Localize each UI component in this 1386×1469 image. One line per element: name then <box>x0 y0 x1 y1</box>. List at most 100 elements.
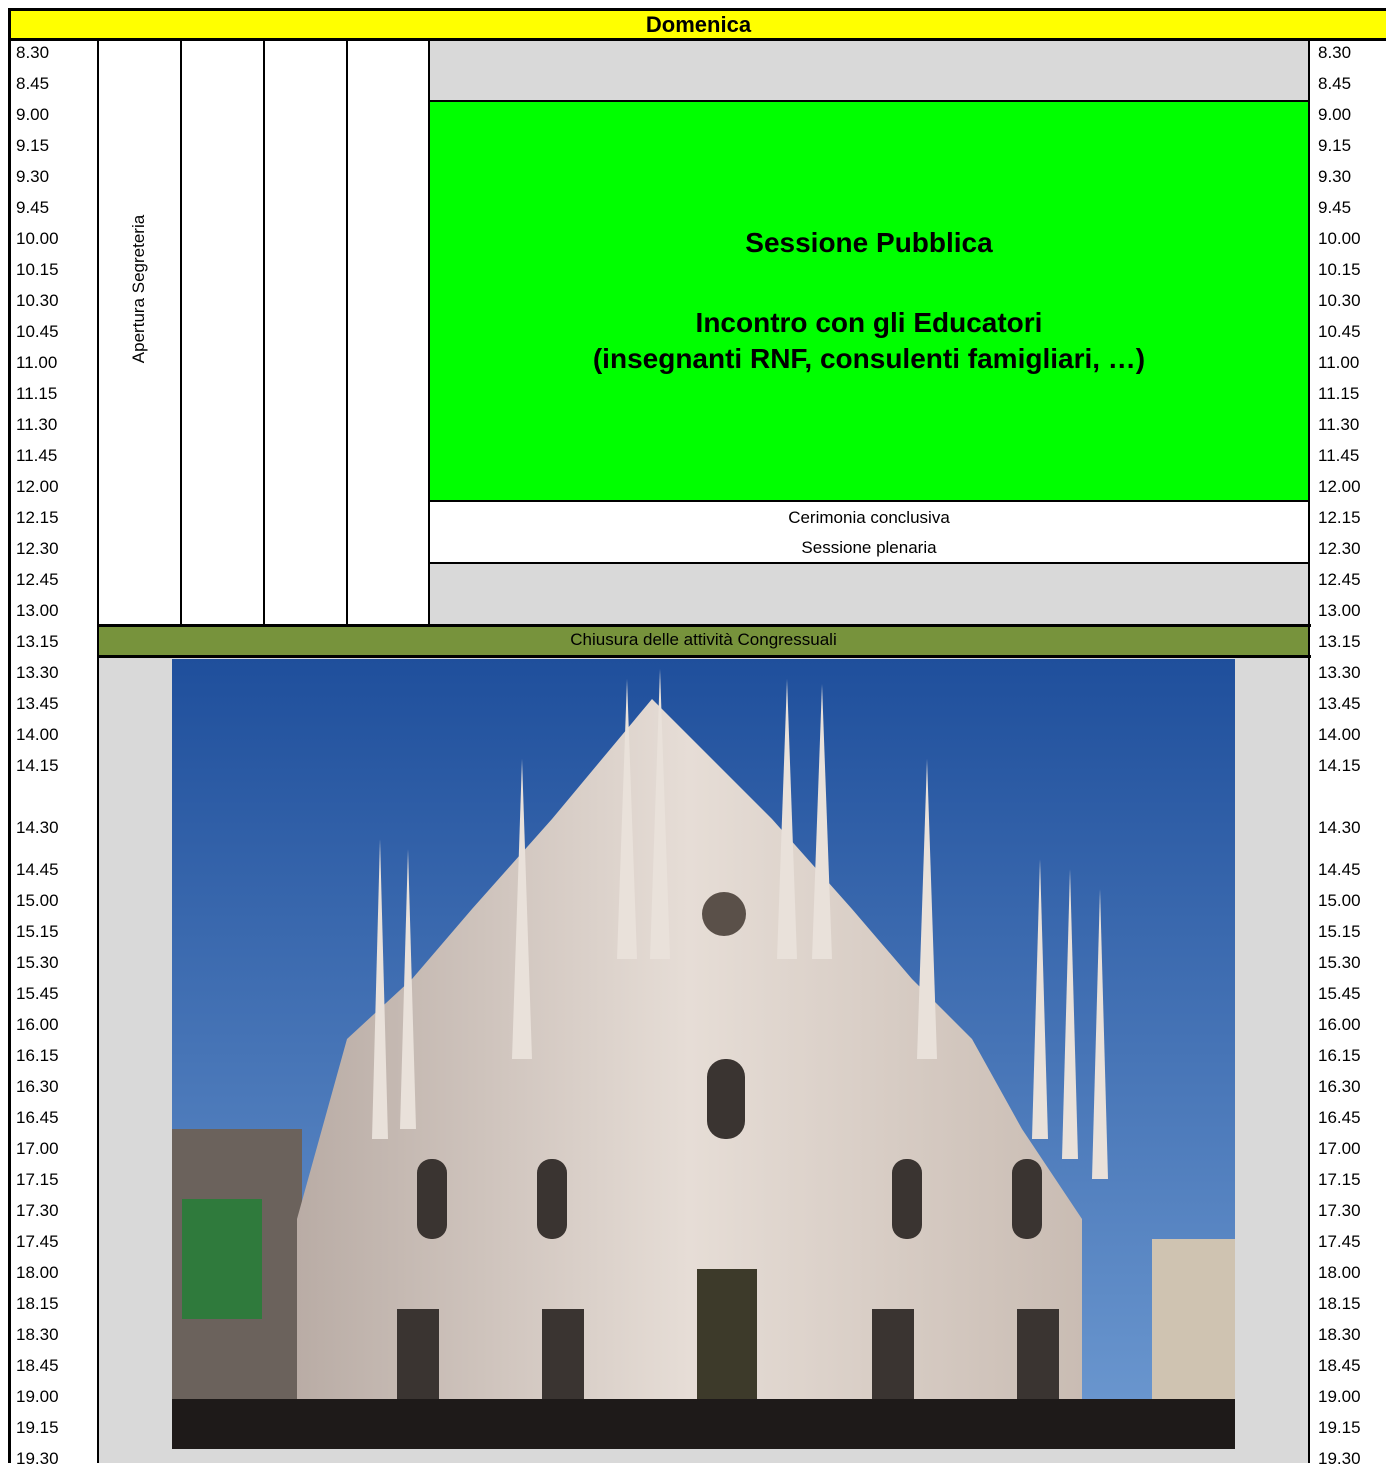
time-label: 12.15 <box>1318 508 1361 527</box>
time-label: 12.45 <box>16 570 59 589</box>
closing-activities-bar: Chiusura delle attività Congressuali <box>99 627 1308 655</box>
time-label: 11.45 <box>1318 446 1360 465</box>
time-label: 14.00 <box>16 725 59 744</box>
time-label: 9.45 <box>1318 198 1352 217</box>
time-label: 11.15 <box>16 384 58 403</box>
time-label: 8.45 <box>1318 74 1352 93</box>
time-label: 12.30 <box>1318 539 1361 558</box>
time-label: 19.15 <box>1318 1418 1361 1437</box>
time-label: 10.00 <box>1318 229 1361 248</box>
time-label: 9.30 <box>16 167 50 186</box>
time-label: 15.15 <box>16 922 59 941</box>
time-label: 9.15 <box>1318 136 1352 155</box>
plenary-session: Sessione plenaria <box>801 538 937 557</box>
time-label: 12.45 <box>1318 570 1361 589</box>
time-label: 18.30 <box>1318 1325 1361 1344</box>
time-label: 10.15 <box>16 260 59 279</box>
time-label: 18.15 <box>16 1294 59 1313</box>
time-label: 18.45 <box>1318 1356 1361 1375</box>
time-label: 13.15 <box>16 632 59 651</box>
time-label: 19.15 <box>16 1418 59 1437</box>
row-divider <box>430 500 1308 502</box>
time-label: 17.15 <box>1318 1170 1361 1189</box>
time-label: 14.15 <box>16 756 59 775</box>
time-label: 18.30 <box>16 1325 59 1344</box>
time-label: 11.30 <box>1318 415 1360 434</box>
time-label: 17.30 <box>1318 1201 1361 1220</box>
time-label: 10.30 <box>1318 291 1361 310</box>
time-label: 11.00 <box>16 353 58 372</box>
time-label: 14.30 <box>16 818 59 837</box>
time-label: 13.45 <box>16 694 59 713</box>
time-label: 13.30 <box>1318 663 1361 682</box>
milan-cathedral-photo <box>172 659 1235 1449</box>
time-label: 17.00 <box>1318 1139 1361 1158</box>
time-label: 16.30 <box>16 1077 59 1096</box>
time-label: 14.45 <box>16 860 59 879</box>
time-label: 16.15 <box>1318 1046 1361 1065</box>
time-label: 12.15 <box>16 508 59 527</box>
grid-line <box>346 41 348 626</box>
time-label: 16.00 <box>16 1015 59 1034</box>
time-label: 13.00 <box>1318 601 1361 620</box>
time-label: 10.45 <box>1318 322 1361 341</box>
time-label: 14.15 <box>1318 756 1361 775</box>
time-label: 11.15 <box>1318 384 1360 403</box>
secretariat-label: Apertura Segreteria <box>129 214 148 363</box>
time-label: 19.30 <box>16 1449 59 1468</box>
time-label: 12.00 <box>16 477 59 496</box>
time-label: 9.45 <box>16 198 50 217</box>
time-label: 16.30 <box>1318 1077 1361 1096</box>
time-label: 8.45 <box>16 74 50 93</box>
time-label: 15.30 <box>16 953 59 972</box>
time-label: 15.45 <box>1318 984 1361 1003</box>
time-label: 19.30 <box>1318 1449 1361 1468</box>
time-label: 8.30 <box>1318 43 1352 62</box>
public-session-block: Sessione Pubblica Incontro con gli Educa… <box>430 102 1308 500</box>
public-session-detail: (insegnanti RNF, consulenti famigliari, … <box>592 343 1146 374</box>
left-frame-border <box>8 41 11 1463</box>
time-label: 15.30 <box>1318 953 1361 972</box>
time-label: 18.00 <box>16 1263 59 1282</box>
time-label: 11.00 <box>1318 353 1360 372</box>
time-label: 13.15 <box>1318 632 1361 651</box>
time-label: 15.00 <box>16 891 59 910</box>
time-label: 13.45 <box>1318 694 1361 713</box>
time-label: 13.30 <box>16 663 59 682</box>
grid-line <box>263 41 265 626</box>
time-label: 8.30 <box>16 43 50 62</box>
time-label: 10.00 <box>16 229 59 248</box>
grid-line <box>1308 41 1310 1463</box>
time-label: 14.30 <box>1318 818 1361 837</box>
time-label: 10.30 <box>16 291 59 310</box>
time-label: 18.45 <box>16 1356 59 1375</box>
time-label: 17.30 <box>16 1201 59 1220</box>
time-label: 15.00 <box>1318 891 1361 910</box>
empty-slot-midday <box>430 564 1308 626</box>
time-label: 9.00 <box>16 105 50 124</box>
time-label: 19.00 <box>1318 1387 1361 1406</box>
day-title: Domenica <box>8 8 1386 41</box>
time-label: 17.45 <box>1318 1232 1361 1251</box>
time-label: 17.15 <box>16 1170 59 1189</box>
time-label: 16.45 <box>16 1108 59 1127</box>
time-label: 9.00 <box>1318 105 1352 124</box>
time-label: 9.15 <box>16 136 50 155</box>
public-session-subtitle: Incontro con gli Educatori <box>695 307 1043 338</box>
time-label: 19.00 <box>16 1387 59 1406</box>
time-label: 17.45 <box>16 1232 59 1251</box>
empty-slot-morning <box>430 41 1308 101</box>
grid-line <box>180 41 182 626</box>
time-label: 17.00 <box>16 1139 59 1158</box>
time-label: 14.45 <box>1318 860 1361 879</box>
time-label: 10.15 <box>1318 260 1361 279</box>
time-label: 18.00 <box>1318 1263 1361 1282</box>
public-session-title: Sessione Pubblica <box>745 227 993 258</box>
time-label: 13.00 <box>16 601 59 620</box>
top-strip <box>0 0 1386 8</box>
time-label: 12.00 <box>1318 477 1361 496</box>
time-label: 15.45 <box>16 984 59 1003</box>
time-label: 12.30 <box>16 539 59 558</box>
time-label: 15.15 <box>1318 922 1361 941</box>
closing-ceremony: Cerimonia conclusiva <box>788 508 950 527</box>
